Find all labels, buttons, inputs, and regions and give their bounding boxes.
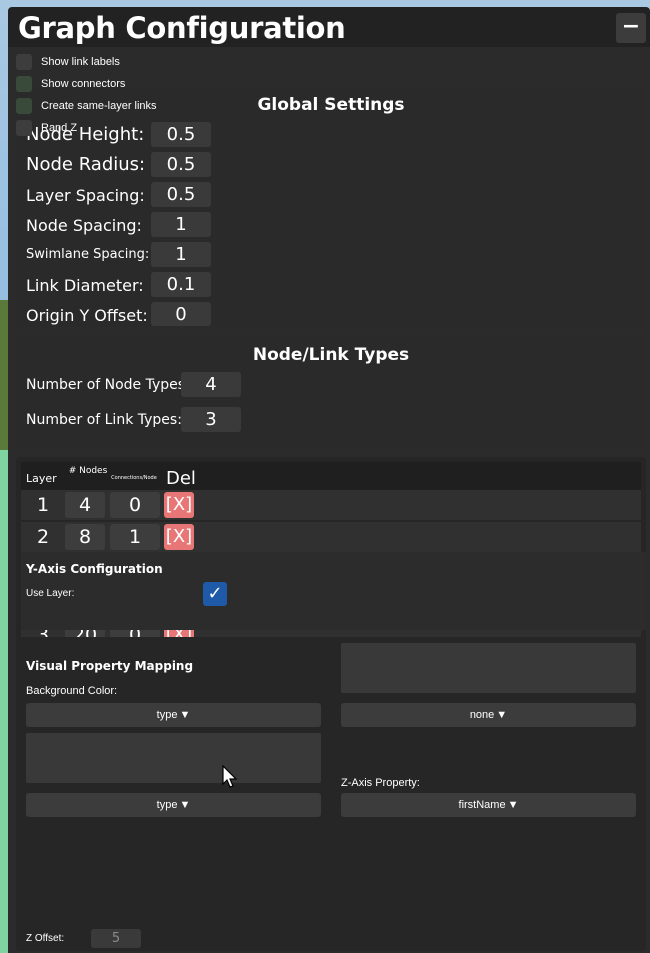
header-connections: Connections/Node: [111, 475, 157, 481]
layer-number: 2: [36, 526, 50, 548]
node-types-label: Number of Node Types:: [26, 377, 190, 393]
link-diameter-input[interactable]: 0.1: [151, 272, 211, 297]
layers-scroll-panel[interactable]: Layer # Nodes Connections/Node Del 1 4 0…: [16, 457, 646, 951]
nodes-input[interactable]: 8: [65, 524, 105, 550]
secondary-property-dropdown[interactable]: none ▼: [341, 703, 636, 727]
link-types-input[interactable]: 3: [181, 407, 241, 432]
delete-layer-button[interactable]: [X]: [164, 524, 194, 550]
global-settings-panel: Global Settings Node Height: 0.5 Node Ra…: [16, 87, 646, 327]
dropdown-value: firstName: [458, 799, 506, 811]
z-offset-label: Z Offset:: [26, 933, 65, 944]
swimlane-spacing-label: Swimlane Spacing:: [26, 247, 150, 262]
color-preview-left: [26, 733, 321, 783]
chevron-down-icon: ▼: [179, 709, 191, 721]
table-row: 1 4 0 [X]: [21, 490, 641, 520]
y-axis-title: Y-Axis Configuration: [26, 562, 163, 576]
link-types-label: Number of Link Types:: [26, 412, 182, 428]
swimlane-spacing-input[interactable]: 1: [151, 242, 211, 267]
checkbox[interactable]: [16, 76, 32, 92]
y-axis-config-panel: Y-Axis Configuration Use Layer: ✓: [21, 552, 646, 630]
chevron-down-icon: ▼: [496, 709, 508, 721]
z-axis-property-dropdown[interactable]: firstName ▼: [341, 793, 636, 817]
header-nodes: # Nodes: [68, 466, 108, 476]
node-radius-label: Node Radius:: [26, 154, 146, 175]
toggle-label: Rand Z: [41, 122, 78, 134]
background-color-label: Background Color:: [26, 685, 118, 697]
link-diameter-label: Link Diameter:: [26, 276, 144, 295]
z-axis-property-label: Z-Axis Property:: [341, 777, 420, 789]
use-layer-label: Use Layer:: [26, 588, 75, 599]
toggle-label: Create same-layer links: [41, 100, 157, 112]
node-link-types-panel: Node/Link Types Number of Node Types: 4 …: [16, 337, 646, 447]
use-layer-checkbox[interactable]: ✓: [203, 582, 227, 606]
node-types-input[interactable]: 4: [181, 372, 241, 397]
layers-table-header: Layer # Nodes Connections/Node Del: [21, 462, 641, 490]
node-spacing-input[interactable]: 1: [151, 212, 211, 237]
table-row: 2 8 1 [X]: [21, 522, 641, 552]
color-preview-right: [341, 643, 636, 693]
node-link-types-title: Node/Link Types: [252, 345, 410, 365]
node-spacing-label: Node Spacing:: [26, 216, 142, 235]
checkbox[interactable]: [16, 54, 32, 70]
header-layer: Layer: [26, 472, 57, 485]
chevron-down-icon: ▼: [179, 799, 191, 811]
checkbox[interactable]: [16, 98, 32, 114]
graph-config-window: Graph Configuration − Global Settings No…: [8, 7, 650, 953]
origin-y-offset-input[interactable]: 0: [151, 302, 211, 326]
background-color-dropdown[interactable]: type ▼: [26, 703, 321, 727]
third-property-dropdown[interactable]: type ▼: [26, 793, 321, 817]
connections-input[interactable]: 1: [110, 524, 160, 550]
layer-spacing-input[interactable]: 0.5: [151, 182, 211, 207]
chevron-down-icon: ▼: [507, 799, 519, 811]
window-title: Graph Configuration: [18, 11, 346, 45]
checkbox[interactable]: [16, 120, 32, 136]
dropdown-value: type: [156, 709, 178, 721]
connections-input[interactable]: 0: [110, 492, 160, 518]
layer-spacing-label: Layer Spacing:: [26, 186, 145, 205]
window-body: Global Settings Node Height: 0.5 Node Ra…: [8, 47, 650, 953]
z-offset-input[interactable]: 5: [91, 929, 141, 948]
dropdown-value: none: [469, 709, 495, 721]
node-radius-input[interactable]: 0.5: [151, 152, 211, 177]
mouse-cursor-icon: [222, 765, 238, 788]
nodes-input[interactable]: 4: [65, 492, 105, 518]
origin-y-offset-label: Origin Y Offset:: [26, 306, 148, 325]
header-del: Del: [166, 468, 196, 489]
toggle-label: Show link labels: [41, 56, 120, 68]
collapse-button[interactable]: −: [616, 13, 646, 43]
dropdown-value: type: [156, 799, 178, 811]
layer-number: 1: [36, 494, 50, 516]
delete-layer-button[interactable]: [X]: [164, 492, 194, 518]
toggle-label: Show connectors: [41, 78, 126, 90]
visual-mapping-title: Visual Property Mapping: [26, 659, 194, 673]
node-height-input[interactable]: 0.5: [151, 122, 211, 147]
